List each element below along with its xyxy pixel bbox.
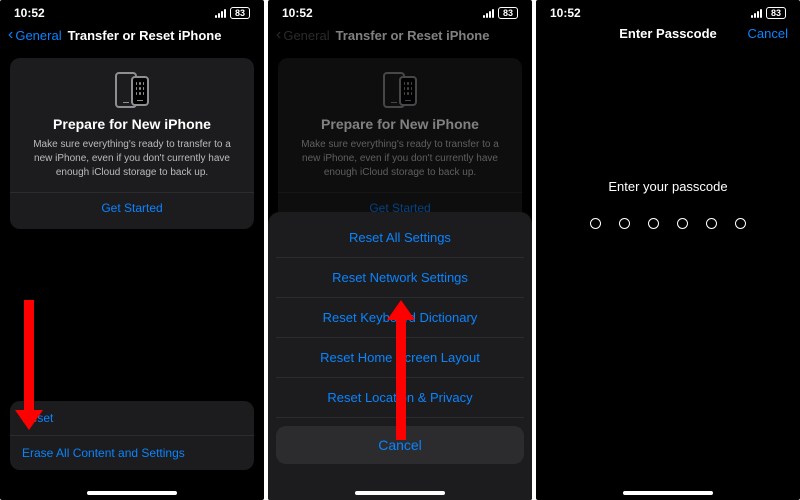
erase-button[interactable]: Erase All Content and Settings (10, 436, 254, 470)
battery-icon: 83 (766, 7, 786, 19)
card-title: Prepare for New iPhone (20, 116, 244, 132)
reset-button[interactable]: Reset (10, 401, 254, 436)
reset-location-privacy-button[interactable]: Reset Location & Privacy (276, 378, 524, 418)
nav-bar: ‹ General Transfer or Reset iPhone (268, 22, 532, 52)
passcode-dot (648, 218, 659, 229)
back-chevron-icon[interactable]: ‹ (276, 26, 281, 44)
card-body: Make sure everything's ready to transfer… (20, 138, 244, 180)
reset-keyboard-dictionary-button[interactable]: Reset Keyboard Dictionary (276, 298, 524, 338)
passcode-dot (590, 218, 601, 229)
signal-icon (483, 9, 494, 18)
page-title: Transfer or Reset iPhone (336, 28, 490, 43)
devices-icon (20, 72, 244, 108)
prepare-card: Prepare for New iPhone Make sure everyth… (278, 58, 522, 229)
passcode-entry: Enter your passcode (536, 179, 800, 229)
bottom-options-list: Reset Erase All Content and Settings (10, 401, 254, 470)
screenshot-2: 10:52 83 ‹ General Transfer or Reset iPh… (268, 0, 532, 500)
home-indicator (623, 491, 713, 495)
screenshot-3: 10:52 83 Enter Passcode Cancel Enter you… (536, 0, 800, 500)
screenshot-1: 10:52 83 ‹ General Transfer or Reset iPh… (0, 0, 264, 500)
prepare-card: Prepare for New iPhone Make sure everyth… (10, 58, 254, 229)
get-started-button[interactable]: Get Started (10, 192, 254, 215)
back-chevron-icon[interactable]: ‹ (8, 26, 13, 44)
signal-icon (215, 9, 226, 18)
status-bar: 10:52 83 (0, 0, 264, 22)
page-title: Enter Passcode (619, 26, 717, 41)
back-button[interactable]: General (283, 28, 329, 43)
home-indicator (87, 491, 177, 495)
reset-home-screen-layout-button[interactable]: Reset Home Screen Layout (276, 338, 524, 378)
reset-network-settings-button[interactable]: Reset Network Settings (276, 258, 524, 298)
status-time: 10:52 (550, 6, 581, 20)
passcode-dot (735, 218, 746, 229)
battery-icon: 83 (230, 7, 250, 19)
passcode-dot (619, 218, 630, 229)
reset-action-sheet: Reset All Settings Reset Network Setting… (268, 212, 532, 500)
back-button[interactable]: General (15, 28, 61, 43)
signal-icon (751, 9, 762, 18)
devices-icon (288, 72, 512, 108)
status-time: 10:52 (282, 6, 313, 20)
sheet-cancel-button[interactable]: Cancel (276, 426, 524, 464)
card-title: Prepare for New iPhone (288, 116, 512, 132)
status-bar: 10:52 83 (536, 0, 800, 22)
passcode-dot (706, 218, 717, 229)
passcode-prompt: Enter your passcode (536, 179, 800, 194)
home-indicator (355, 491, 445, 495)
passcode-dots[interactable] (536, 218, 800, 229)
reset-all-settings-button[interactable]: Reset All Settings (276, 218, 524, 258)
passcode-dot (677, 218, 688, 229)
nav-bar: ‹ General Transfer or Reset iPhone (0, 22, 264, 52)
page-title: Transfer or Reset iPhone (68, 28, 222, 43)
status-bar: 10:52 83 (268, 0, 532, 22)
cancel-button[interactable]: Cancel (748, 26, 788, 41)
nav-bar: Enter Passcode Cancel (536, 22, 800, 49)
status-time: 10:52 (14, 6, 45, 20)
battery-icon: 83 (498, 7, 518, 19)
card-body: Make sure everything's ready to transfer… (288, 138, 512, 180)
